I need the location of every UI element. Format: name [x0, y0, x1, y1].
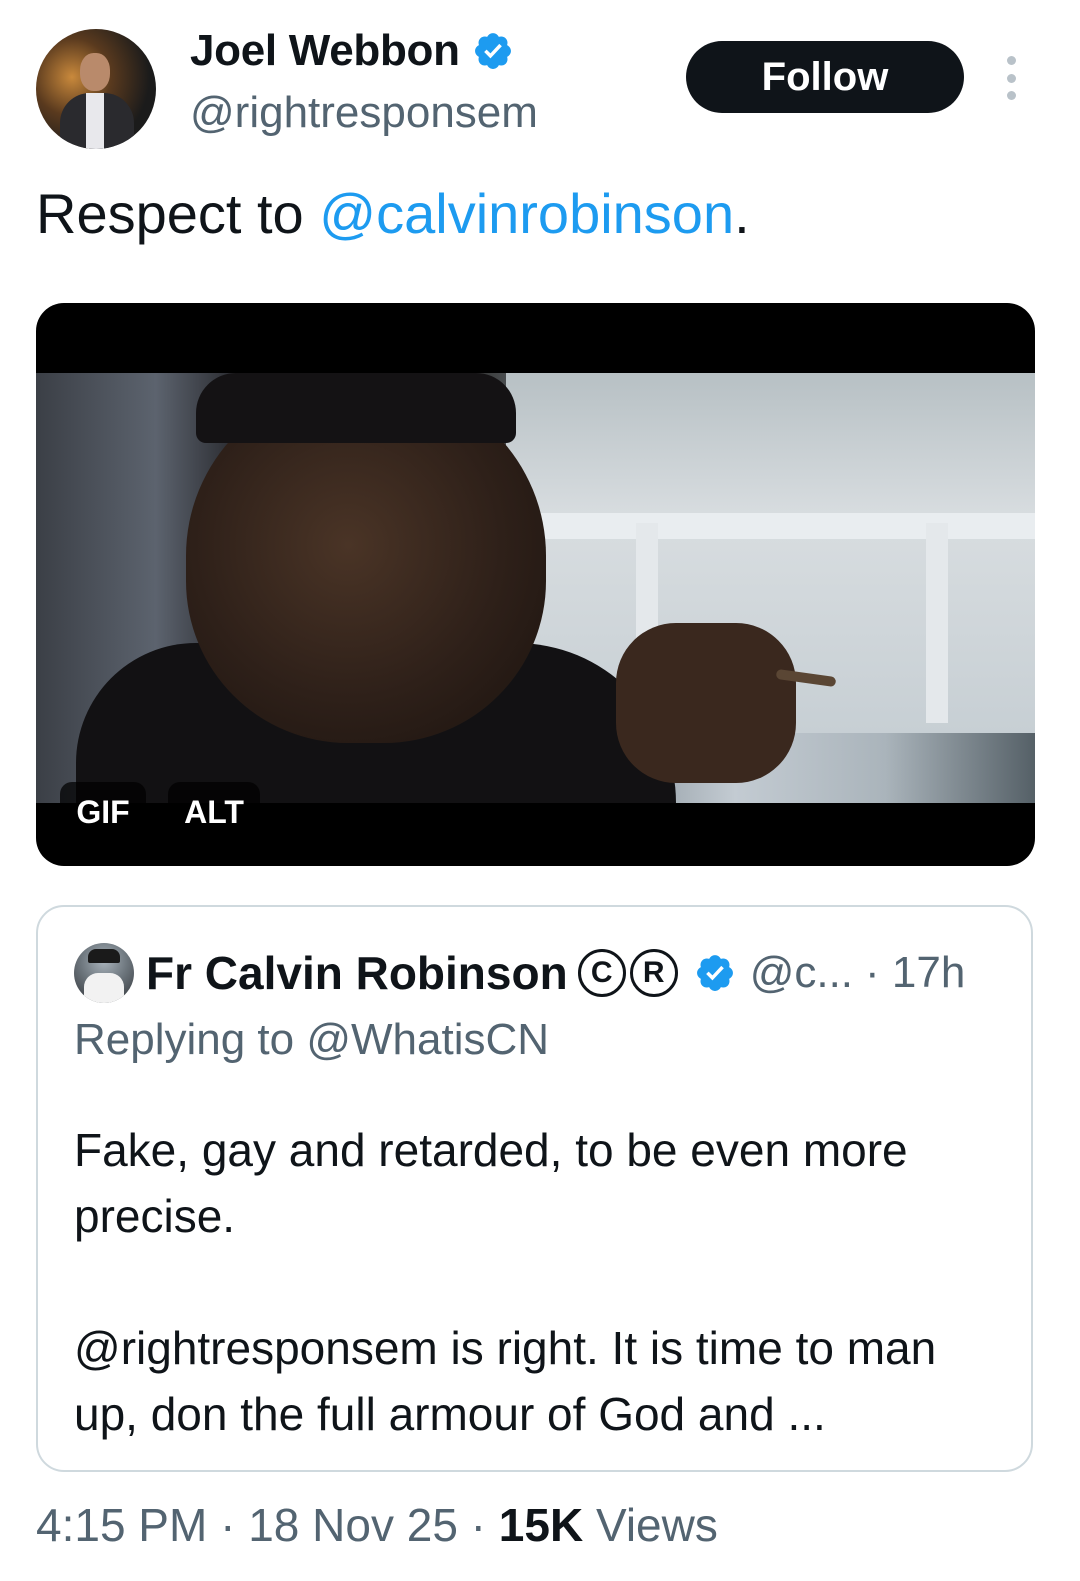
more-options-icon[interactable] [996, 56, 1026, 100]
quoted-author-handle[interactable]: @c... [750, 948, 853, 998]
tweet-text-after: . [734, 182, 750, 245]
quoted-header: Fr Calvin Robinson C R @c... · 17h [146, 943, 965, 1003]
meta-separator: · [457, 1499, 499, 1551]
registered-badge: R [629, 949, 678, 997]
avatar-head [80, 53, 110, 91]
copyright-badge: C [577, 949, 626, 997]
author-avatar[interactable] [36, 29, 156, 149]
tweet-meta: 4:15 PM · 18 Nov 25 · 15K Views [36, 1498, 718, 1552]
author-name-row: Joel Webbon [190, 26, 514, 76]
quoted-tweet-text: Fake, gay and retarded, to be even more … [74, 1124, 937, 1440]
views-label: Views [583, 1499, 718, 1551]
alt-text-button[interactable]: ALT [168, 782, 260, 842]
avatar-shirt [86, 93, 104, 149]
avatar-hat [88, 949, 120, 963]
replying-to-label[interactable]: Replying to @WhatisCN [74, 1015, 549, 1065]
scene-railing-post [926, 523, 948, 723]
views-count: 15K [498, 1499, 584, 1551]
author-name[interactable]: Joel Webbon [190, 26, 460, 76]
tweet-text: Respect to @calvinrobinson. [36, 178, 750, 250]
follow-button[interactable]: Follow [686, 41, 964, 113]
quoted-tweet[interactable]: Fr Calvin Robinson C R @c... · 17h Reply… [36, 905, 1033, 1472]
verified-badge-icon [696, 955, 733, 991]
more-dot [1006, 91, 1016, 100]
scene-person-hand [616, 623, 796, 783]
quoted-author-name[interactable]: Fr Calvin Robinson [146, 946, 568, 1000]
quoted-author-avatar[interactable] [74, 943, 134, 1003]
gif-badge: GIF [60, 782, 146, 842]
scene-railing [496, 513, 1035, 539]
tweet-date[interactable]: 18 Nov 25 [248, 1499, 458, 1551]
tweet-mention-link[interactable]: @calvinrobinson [319, 182, 734, 245]
more-dot [1006, 73, 1016, 83]
meta-separator: · [207, 1499, 249, 1551]
author-handle[interactable]: @rightresponsem [190, 88, 538, 138]
tweet-time[interactable]: 4:15 PM [36, 1499, 207, 1551]
more-dot [1006, 56, 1016, 65]
verified-badge-icon [474, 33, 511, 69]
gif-frame [36, 373, 1035, 803]
quoted-timestamp[interactable]: · 17h [865, 948, 965, 998]
scene-person-cap [196, 373, 516, 443]
avatar-suit [84, 973, 124, 1003]
tweet-text-before: Respect to [36, 182, 320, 245]
